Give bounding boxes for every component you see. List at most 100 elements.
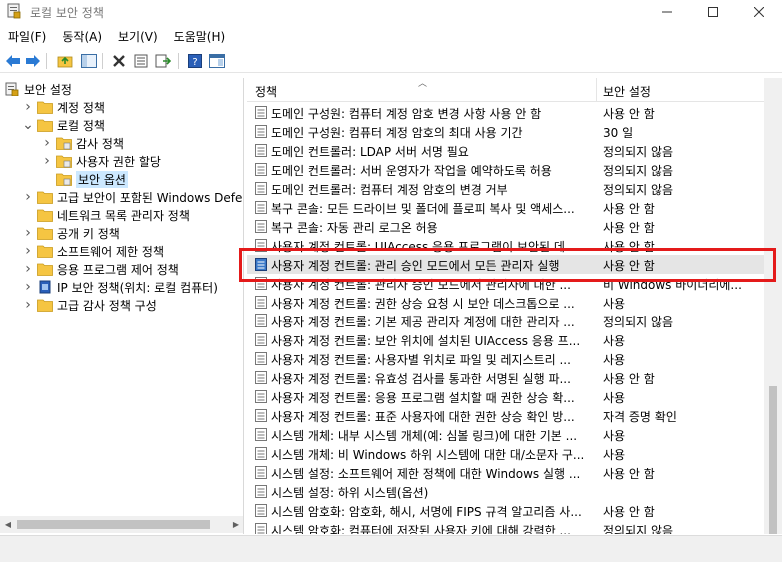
column-setting[interactable]: 보안 설정 xyxy=(603,83,651,100)
expand-chevron-icon[interactable]: › xyxy=(23,99,33,115)
policy-setting-value: 정의되지 않음 xyxy=(603,163,674,178)
tree-pane: 보안 설정 › 계정 정책 ⌄ 로컬 정책 › 감사 정책 › 사용자 권한 할당 보안 옵션 › 고… xyxy=(0,78,244,534)
policy-name: 복구 콘솔: 자동 관리 로그온 허용 xyxy=(271,220,438,235)
tree-item[interactable]: 보안 옵션 xyxy=(42,170,128,188)
help-icon[interactable]: ? xyxy=(186,52,204,70)
policy-setting-value: 사용 안 함 xyxy=(603,201,655,216)
policy-setting-icon xyxy=(255,409,267,423)
tree-item[interactable]: › IP 보안 정책(위치: 로컬 컴퓨터) xyxy=(23,278,218,296)
policy-row[interactable]: 사용자 계정 컨트롤: UIAccess 응용 프로그램이 보안된 데... 사용… xyxy=(247,236,777,255)
policy-name: 도메인 구성원: 컴퓨터 계정 암호 변경 사항 사용 안 함 xyxy=(271,107,542,121)
policy-setting-value: 사용 xyxy=(603,448,626,463)
expand-chevron-icon[interactable]: › xyxy=(23,279,33,295)
policy-row[interactable]: 사용자 계정 컨트롤: 사용자별 위치로 파일 및 레지스트리 ... 사용 xyxy=(247,349,777,368)
expand-chevron-icon[interactable]: › xyxy=(23,297,33,313)
expand-chevron-icon[interactable]: › xyxy=(23,189,33,205)
policy-row[interactable]: 사용자 계정 컨트롤: 기본 제공 관리자 계정에 대한 관리자 ... 정의되지… xyxy=(247,311,777,330)
policy-setting-value: 정의되지 않음 xyxy=(603,182,674,197)
tree-item[interactable]: › 사용자 권한 할당 xyxy=(42,152,161,170)
expand-chevron-icon[interactable]: › xyxy=(42,135,52,151)
policy-row[interactable]: 사용자 계정 컨트롤: 표준 사용자에 대한 권한 상승 확인 방... 자격 증… xyxy=(247,406,777,425)
tree-item[interactable]: › 응용 프로그램 제어 정책 xyxy=(23,260,179,278)
folder-icon xyxy=(37,299,53,312)
policy-setting-value: 사용 안 함 xyxy=(603,258,655,273)
back-arrow-icon[interactable] xyxy=(4,52,22,70)
policy-name: 도메인 구성원: 컴퓨터 계정 암호의 최대 사용 기간 xyxy=(271,125,523,140)
expand-chevron-icon[interactable]: › xyxy=(23,243,33,259)
ip-security-icon xyxy=(39,280,51,294)
policy-row[interactable]: 시스템 설정: 소프트웨어 제한 정책에 대한 Windows 실행 ... 사용… xyxy=(247,463,777,482)
policy-setting-value: 사용 xyxy=(603,353,626,368)
menu-help[interactable]: 도움말(H) xyxy=(166,26,234,46)
policy-setting-icon xyxy=(255,466,267,480)
expand-chevron-icon[interactable]: › xyxy=(23,261,33,277)
menu-view[interactable]: 보기(V) xyxy=(110,26,166,46)
policy-row[interactable]: 도메인 컨트롤러: LDAP 서버 서명 필요 정의되지 않음 xyxy=(247,141,777,160)
policy-row[interactable]: 복구 콘솔: 자동 관리 로그온 허용 사용 안 함 xyxy=(247,217,777,236)
policy-row[interactable]: 복구 콘솔: 모든 드라이브 및 폴더에 플로피 복사 및 액세스... 사용 안… xyxy=(247,198,777,217)
expand-chevron-icon[interactable]: › xyxy=(42,153,52,169)
policy-row[interactable]: 사용자 계정 컨트롤: 관리 승인 모드에서 모든 관리자 실행 사용 안 함 xyxy=(247,254,777,274)
list-vertical-scrollbar[interactable] xyxy=(764,78,782,534)
tree-item-label: 고급 보안이 포함된 Windows Defender xyxy=(57,190,243,205)
policy-name: 도메인 컨트롤러: LDAP 서버 서명 필요 xyxy=(271,144,469,159)
policy-row[interactable]: 시스템 암호화: 컴퓨터에 저장된 사용자 키에 대해 강력한 ... 정의되지 … xyxy=(247,520,777,534)
tree-item[interactable]: › 공개 키 정책 xyxy=(23,224,120,242)
policy-setting-icon xyxy=(255,503,267,517)
tree-item[interactable]: 보안 설정 xyxy=(4,80,72,98)
tree-item[interactable]: › 고급 보안이 포함된 Windows Defender xyxy=(23,188,243,206)
policy-row[interactable]: 시스템 설정: 하위 시스템(옵션) xyxy=(247,482,777,501)
policy-setting-icon xyxy=(255,143,267,157)
policy-row[interactable]: 시스템 개체: 비 Windows 하위 시스템에 대한 대/소문자 구... 사… xyxy=(247,444,777,463)
policy-name: 사용자 계정 컨트롤: 사용자별 위치로 파일 및 레지스트리 ... xyxy=(271,353,571,368)
tree-item[interactable]: › 고급 감사 정책 구성 xyxy=(23,296,157,314)
show-tree-icon[interactable] xyxy=(80,52,98,70)
policy-setting-icon xyxy=(255,276,267,290)
maximize-icon[interactable] xyxy=(690,0,736,24)
scroll-thumb[interactable] xyxy=(769,386,777,534)
tree-item[interactable]: › 소프트웨어 제한 정책 xyxy=(23,242,164,260)
policy-name: 시스템 암호화: 암호화, 해시, 서명에 FIPS 규격 알고리즘 사... xyxy=(271,504,582,519)
policy-name: 시스템 개체: 비 Windows 하위 시스템에 대한 대/소문자 구... xyxy=(271,448,585,463)
tree-item[interactable]: ⌄ 로컬 정책 xyxy=(22,116,105,134)
policy-name: 사용자 계정 컨트롤: 유효성 검사를 통과한 서명된 실행 파... xyxy=(271,372,571,387)
policy-row[interactable]: 사용자 계정 컨트롤: 유효성 검사를 통과한 서명된 실행 파... 사용 안 … xyxy=(247,368,777,387)
delete-icon[interactable] xyxy=(110,52,128,70)
column-policy[interactable]: 정책 xyxy=(255,83,277,100)
forward-arrow-icon[interactable] xyxy=(24,52,42,70)
policy-row[interactable]: 도메인 구성원: 컴퓨터 계정 암호 변경 사항 사용 안 함 사용 안 함 xyxy=(247,103,777,122)
policy-row[interactable]: 시스템 개체: 내부 시스템 개체(예: 심볼 링크)에 대한 기본 ... 사용 xyxy=(247,425,777,444)
tree-horizontal-scrollbar[interactable]: ◀ ▶ xyxy=(0,516,243,533)
policy-name: 도메인 컨트롤러: 컴퓨터 계정 암호의 변경 거부 xyxy=(271,182,508,197)
export-list-icon[interactable] xyxy=(154,52,172,70)
policy-row[interactable]: 도메인 구성원: 컴퓨터 계정 암호의 최대 사용 기간 30 일 xyxy=(247,122,777,141)
policy-setting-value: 사용 안 함 xyxy=(603,220,655,235)
close-icon[interactable] xyxy=(736,0,782,24)
menu-action[interactable]: 동작(A) xyxy=(54,26,110,46)
folder-icon xyxy=(37,119,53,132)
folder-icon xyxy=(37,245,53,258)
policy-setting-icon xyxy=(255,485,267,498)
console-view-icon[interactable] xyxy=(208,52,226,70)
tree-item-label: 고급 감사 정책 구성 xyxy=(57,298,157,313)
expand-chevron-icon[interactable]: › xyxy=(23,225,33,241)
policy-row[interactable]: 시스템 암호화: 암호화, 해시, 서명에 FIPS 규격 알고리즘 사... 사… xyxy=(247,501,777,520)
menu-file[interactable]: 파일(F) xyxy=(0,26,54,46)
sort-ascending-icon: ︿ xyxy=(418,79,428,89)
tree-item[interactable]: › 계정 정책 xyxy=(23,98,105,116)
up-folder-icon[interactable] xyxy=(56,52,74,70)
tree-item[interactable]: 네트워크 목록 관리자 정책 xyxy=(23,206,190,224)
policy-row[interactable]: 사용자 계정 컨트롤: 권한 상승 요청 시 보안 데스크톱으로 ... 사용 xyxy=(247,293,777,312)
policy-row[interactable]: 도메인 컨트롤러: 서버 운영자가 작업을 예약하도록 허용 정의되지 않음 xyxy=(247,160,777,179)
scroll-thumb[interactable] xyxy=(17,520,210,529)
policy-row[interactable]: 사용자 계정 컨트롤: 보안 위치에 설치된 UIAccess 응용 프... 사… xyxy=(247,330,777,349)
policy-list: ︿ 정책 보안 설정 도메인 구성원: 컴퓨터 계정 암호 변경 사항 사용 안… xyxy=(247,78,782,534)
collapse-chevron-icon[interactable]: ⌄ xyxy=(22,117,34,133)
policy-setting-value: 사용 안 함 xyxy=(603,372,655,387)
tree-item[interactable]: › 감사 정책 xyxy=(42,134,124,152)
properties-icon[interactable] xyxy=(132,52,150,70)
minimize-icon[interactable] xyxy=(644,0,690,24)
policy-row[interactable]: 사용자 계정 컨트롤: 관리자 승인 모드에서 관리자에 대한 ... 비 Win… xyxy=(247,274,777,293)
policy-row[interactable]: 도메인 컨트롤러: 컴퓨터 계정 암호의 변경 거부 정의되지 않음 xyxy=(247,179,777,198)
policy-row[interactable]: 사용자 계정 컨트롤: 응용 프로그램 설치할 때 권한 상승 확... 사용 xyxy=(247,387,777,406)
